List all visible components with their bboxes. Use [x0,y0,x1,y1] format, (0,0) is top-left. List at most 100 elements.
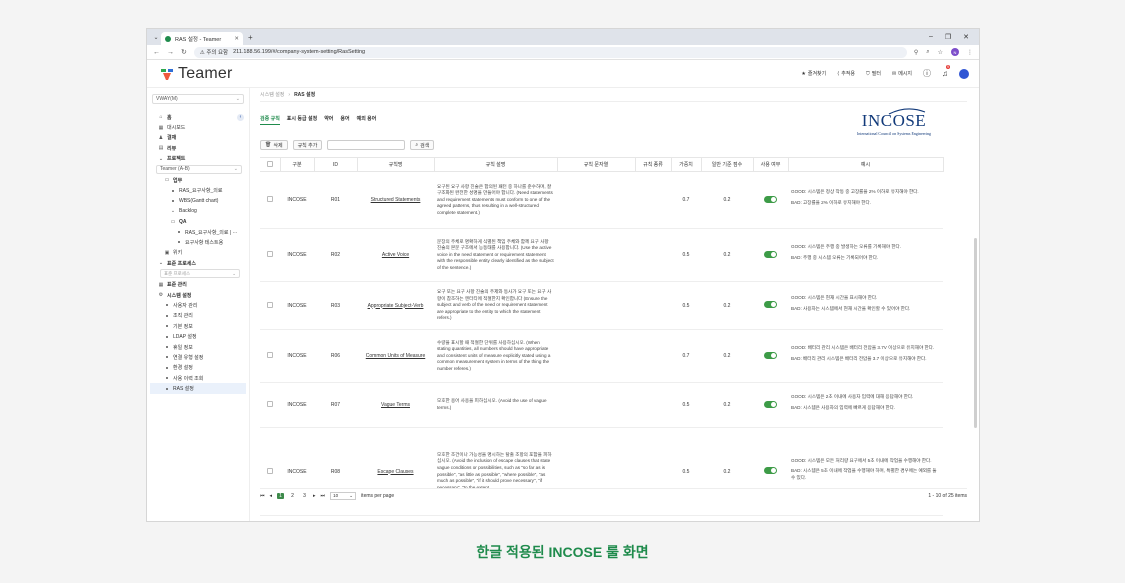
table-scrollbar[interactable] [974,238,977,428]
tab-terms[interactable]: 용어 [340,115,349,125]
rule-name-link[interactable]: Structured Statements [357,171,434,229]
tree-item-ras-req[interactable]: RAS_요구사항_의료 [150,185,246,195]
standard-process-select[interactable]: 표준 프로세스 ⌄ [160,269,240,279]
help-icon[interactable]: ⓘ [923,68,931,79]
new-tab-icon[interactable]: + [248,33,253,42]
tree-item-qa[interactable]: ▭ QA [150,217,246,227]
close-window-icon[interactable]: ✕ [963,33,969,41]
sidebar-item-home[interactable]: ⌂ 홈 ‹ [150,112,246,122]
col-header[interactable]: 규칙 종류 [635,157,672,172]
tree-item-wiki[interactable]: ▣ 위키 [150,248,246,258]
translate-icon[interactable]: ⚲ [914,49,918,56]
project-select[interactable]: Teamer (A-B) ⌄ [156,164,242,174]
enabled-toggle[interactable] [764,195,777,203]
table-row[interactable]: INCOSE R08 Escape Clauses 모호한 조건이나 가능성을 명시하… [260,427,943,516]
sidebar-item-standard-process[interactable]: ⌄ 표준 프로세스 [150,258,246,268]
col-header[interactable]: 구분 [280,157,315,172]
row-checkbox[interactable] [267,301,273,308]
workspace-select[interactable]: VWAY(M) ⌄ [152,94,244,104]
page-2-button[interactable]: 2 [289,493,296,499]
col-header[interactable]: 사용 여부 [753,157,789,172]
message-link[interactable]: ✉ 메시지 [892,70,912,78]
settings-item-basic[interactable]: 기본 정보 [150,321,246,331]
settings-item-link-type[interactable]: 연결 유형 설정 [150,352,246,362]
row-checkbox[interactable] [267,467,273,474]
filter-link[interactable]: ⛉ 필터 [866,70,881,78]
table-row[interactable]: INCOSE R07 Vague Terms 모호한 용어 사용을 피하십시오. (A… [260,382,943,428]
col-header[interactable]: 예시 [788,157,944,172]
tab-list-icon[interactable]: ⌄ [151,34,161,41]
settings-item-org[interactable]: 조직 관리 [150,311,246,321]
close-tab-icon[interactable]: ✕ [234,36,239,42]
row-checkbox[interactable] [267,401,273,407]
col-header[interactable]: 규칙명 [357,157,435,172]
row-checkbox[interactable] [267,196,273,202]
tree-item-backlog[interactable]: ⌄ Backlog [150,206,246,216]
col-header[interactable]: 일반 기준 점수 [701,157,754,172]
settings-item-ldap[interactable]: LDAP 설정 [150,331,246,341]
track-link[interactable]: ⟨ 추적용 [837,70,855,78]
bookmark-star-icon[interactable]: ☆ [938,49,943,56]
sidebar-item-system-settings[interactable]: ⚙ 시스템 설정 [150,290,246,300]
zoom-icon[interactable]: ⌕ [926,49,929,56]
col-header[interactable]: 가중치 [671,157,702,172]
back-icon[interactable]: ← [153,49,160,56]
page-1-button[interactable]: 1 [277,492,285,499]
reload-icon[interactable]: ↻ [181,48,187,56]
add-rule-button[interactable]: 규칙 추가 [292,140,323,150]
page-size-select[interactable]: 10 ⌄ [330,491,357,500]
rule-name-link[interactable]: Vague Terms [357,382,434,428]
table-row[interactable]: INCOSE R02 Active Voice 문장의 주체로 명확하게 식별된 책임… [260,228,943,282]
row-checkbox[interactable] [267,352,273,358]
select-all-checkbox[interactable] [266,160,273,167]
last-page-icon[interactable]: ⏭ [321,493,326,499]
forward-icon[interactable]: → [167,49,174,56]
page-3-button[interactable]: 3 [301,493,308,499]
search-button[interactable]: ⌕ 검색 [410,140,435,150]
next-page-icon[interactable]: ▸ [313,493,316,499]
settings-item-users[interactable]: 사용자 관리 [150,300,246,310]
table-row[interactable]: INCOSE R06 Common Units of Measure 수량을 표시할 … [260,329,943,383]
notification-bell-icon[interactable]: ♫ 9 [942,65,950,78]
tab-validation-rules[interactable]: 검증 규칙 [260,115,280,125]
settings-item-ras[interactable]: RAS 설정 [150,383,246,394]
col-header[interactable]: 규칙 설명 [434,157,558,172]
col-header[interactable]: ID [314,157,358,172]
browser-tab[interactable]: RAS 설정 - Teamer ✕ [161,32,243,45]
url-field[interactable]: ⚠ 주의 요함 211.188.56.199/#/company-system-… [193,46,907,58]
teamer-logo[interactable]: Teamer [161,65,233,83]
collapse-sidebar-icon[interactable]: ‹ [237,113,244,121]
breadcrumb-parent[interactable]: 시스템 설정 [260,91,284,98]
rule-name-link[interactable]: Escape Clauses [357,427,434,516]
tab-grade-settings[interactable]: 표시 등급 설정 [287,115,317,125]
user-avatar[interactable] [959,68,969,79]
tab-abbreviations[interactable]: 약어 [324,115,333,125]
settings-item-holiday[interactable]: 휴일 정보 [150,342,246,352]
table-row[interactable]: INCOSE R03 Appropriate Subject-Verb 요구 또는 요… [260,281,943,330]
rule-name-link[interactable]: Active Voice [357,228,434,282]
sidebar-item-standard-mgmt[interactable]: ▦ 표준 관리 [150,279,246,289]
tree-item-req-test[interactable]: 요구사항 테스트용 [150,237,246,247]
enabled-toggle[interactable] [764,351,777,359]
sidebar-item-project[interactable]: ⌄ 프로젝트 [150,154,246,164]
search-input[interactable] [327,140,406,150]
tab-exception-terms[interactable]: 예외 용어 [357,115,377,125]
rule-name-link[interactable]: Appropriate Subject-Verb [357,281,434,330]
tree-item-work[interactable]: ▭ 업무 [150,175,246,185]
security-warning[interactable]: ⚠ 주의 요함 [200,48,228,56]
settings-item-env[interactable]: 환경 설정 [150,363,246,373]
sidebar-item-dashboard[interactable]: ▦ 대시보드 [150,122,246,132]
favorites-link[interactable]: ★ 즐겨찾기 [801,70,826,78]
delete-button[interactable]: 🗑 삭제 [260,140,288,150]
rule-name-link[interactable]: Common Units of Measure [357,329,434,383]
minimize-icon[interactable]: – [929,33,933,41]
row-checkbox[interactable] [267,251,273,257]
enabled-toggle[interactable] [764,467,777,474]
table-row[interactable]: INCOSE R01 Structured Statements 요구된 요구 사항 … [260,171,943,229]
enabled-toggle[interactable] [764,250,777,258]
settings-item-history[interactable]: 사용 이력 조회 [150,373,246,383]
enabled-toggle[interactable] [764,301,777,308]
sidebar-item-approval[interactable]: ♟ 결재 [150,133,246,143]
tree-item-wbs[interactable]: WBS(Gantt chart) [150,196,246,206]
enabled-toggle[interactable] [764,400,777,408]
